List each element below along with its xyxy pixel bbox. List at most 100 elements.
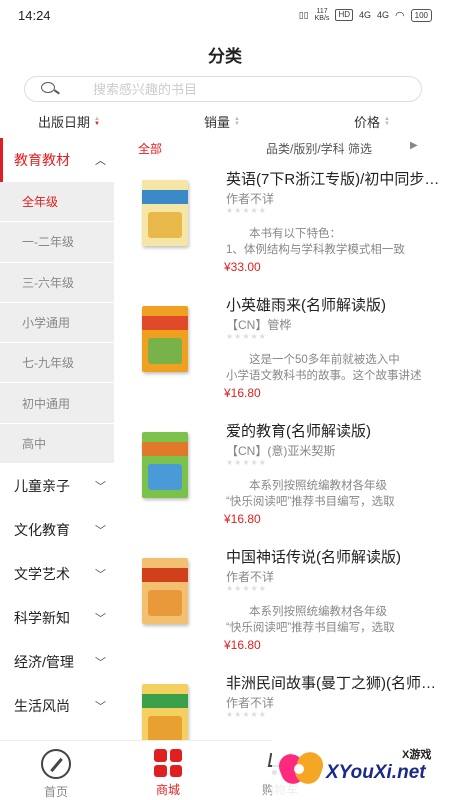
category-item[interactable]: 生活风尚 ﹀ xyxy=(0,684,114,728)
book-title[interactable]: 非洲民间故事(曼丁之狮)(名师解读版) xyxy=(226,672,442,693)
category-sidebar: 教育教材 ︿ 全年级 一-二年级 三-六年级 小学通用 七-九年级 初中通用 高… xyxy=(0,138,114,738)
category-label: 儿童亲子 xyxy=(14,478,70,495)
subcategory-item[interactable]: 七-九年级 xyxy=(0,343,114,384)
book-author: 【CN】(意)亚米契斯 xyxy=(226,444,336,458)
vibrate-icon: ▯▯ xyxy=(298,9,309,20)
search-icon xyxy=(41,82,63,96)
watermark-logo: X游戏 XYouXi.net xyxy=(272,740,450,800)
subcategory-item[interactable]: 三-六年级 xyxy=(0,263,114,303)
category-label: 教育教材 xyxy=(14,152,70,168)
watermark-big-text: XYouXi.net xyxy=(326,762,426,783)
rating-stars-icon: ★★★★★ xyxy=(226,332,267,341)
nav-label: 商城 xyxy=(155,783,180,797)
book-price: ¥16.80 xyxy=(224,386,261,400)
category-label: 文学艺术 xyxy=(14,566,70,583)
book-author: 作者不详 xyxy=(226,570,275,584)
book-description: 本系列按照统编教材各年级 “快乐阅读吧”推荐书目编写，选取 xyxy=(226,480,395,508)
sort-bar: 出版日期 ▲ ▼ 销量 ▲ ▼ 价格 ▲ ▼ xyxy=(0,110,450,132)
category-label: 科学新知 xyxy=(14,610,70,627)
book-cover[interactable] xyxy=(142,432,188,498)
wifi-icon: ◠ xyxy=(395,9,405,22)
nav-mall[interactable]: 商城 xyxy=(128,749,208,798)
book-price: ¥16.80 xyxy=(224,638,261,652)
subcategory-item[interactable]: 高中 xyxy=(0,424,114,465)
book-list: 英语(7下R浙江专版)/初中同步作业 作者不详 ★★★★★ 本书有以下特色： 1、体例结… xyxy=(114,162,450,792)
search-input[interactable] xyxy=(93,81,393,97)
category-label: 经济/管理 xyxy=(14,654,74,671)
search-bar[interactable] xyxy=(24,76,422,102)
category-item[interactable]: 文学艺术 ﹀ xyxy=(0,552,114,596)
sort-price[interactable]: 价格 ▲ ▼ xyxy=(354,112,390,131)
category-education[interactable]: 教育教材 ︿ xyxy=(0,138,114,182)
category-item[interactable]: 经济/管理 ﹀ xyxy=(0,640,114,684)
gamepad-logo-icon xyxy=(275,748,327,788)
chevron-down-icon: ﹀ xyxy=(95,569,106,582)
book-description: 本系列按照统编教材各年级 “快乐阅读吧”推荐书目编写，选取 xyxy=(226,606,395,634)
rating-stars-icon: ★★★★★ xyxy=(226,458,267,467)
page-title: 分类 xyxy=(208,47,242,66)
subcategory-item[interactable]: 小学通用 xyxy=(0,303,114,344)
book-price: ¥33.00 xyxy=(224,260,261,274)
status-time: 14:24 xyxy=(18,7,51,23)
sort-arrows-icon: ▲ ▼ xyxy=(384,115,390,127)
filter-all[interactable]: 全部 xyxy=(138,140,162,157)
sort-arrows-icon: ▲ ▼ xyxy=(94,115,100,127)
chevron-down-icon: ﹀ xyxy=(95,657,106,670)
category-label: 文化教育 xyxy=(14,522,70,539)
subcategory-item[interactable]: 一-二年级 xyxy=(0,222,114,263)
book-price: ¥16.80 xyxy=(224,512,261,526)
signal-icon-2: 4G xyxy=(377,10,390,20)
chevron-up-icon: ︿ xyxy=(95,155,106,167)
sort-publish-date[interactable]: 出版日期 ▲ ▼ xyxy=(38,112,100,131)
play-arrow-icon: ▶ xyxy=(410,140,418,151)
book-title[interactable]: 爱的教育(名师解读版) xyxy=(226,420,442,441)
chevron-down-icon: ﹀ xyxy=(95,613,106,626)
category-item[interactable]: 科学新知 ﹀ xyxy=(0,596,114,640)
sort-arrows-icon: ▲ ▼ xyxy=(234,115,240,127)
book-title[interactable]: 英语(7下R浙江专版)/初中同步作业 xyxy=(226,168,442,189)
book-author: 【CN】管桦 xyxy=(226,318,292,332)
chevron-down-icon: ﹀ xyxy=(95,701,106,714)
nav-label: 首页 xyxy=(43,785,68,799)
book-description: 本书有以下特色： 1、体例结构与学科教学模式相一致 xyxy=(226,228,405,256)
signal-icon-1: 4G xyxy=(359,10,372,20)
sort-label: 价格 xyxy=(354,115,381,130)
chevron-down-icon: ﹀ xyxy=(95,525,106,538)
book-item[interactable]: 小英雄雨来(名师解读版) 【CN】管桦 ★★★★★ 这是一个50多年前就被选入中 小学语… xyxy=(114,288,450,414)
book-item[interactable]: 英语(7下R浙江专版)/初中同步作业作者不详 ★★★★★ 本书有以下特色： 1、体例结… xyxy=(114,162,450,288)
nav-home[interactable]: 首页 xyxy=(16,749,96,800)
book-item[interactable]: 中国神话传说(名师解读版) 作者不详 ★★★★★ 本系列按照统编教材各年级 “快乐阅读吧… xyxy=(114,540,450,666)
sort-label: 出版日期 xyxy=(38,115,91,130)
hd-icon: HD xyxy=(335,9,353,21)
book-title[interactable]: 中国神话传说(名师解读版) xyxy=(226,546,442,567)
status-bar: 14:24 ▯▯ 117 KB/s HD 4G 4G ◠ 100 xyxy=(0,0,450,30)
compass-icon xyxy=(41,749,71,779)
rating-stars-icon: ★★★★★ xyxy=(226,584,267,593)
chevron-down-icon: ﹀ xyxy=(95,481,106,494)
subcategory-item[interactable]: 初中通用 xyxy=(0,383,114,424)
book-author: 作者不详 xyxy=(226,696,275,710)
book-cover[interactable] xyxy=(142,558,188,624)
filter-row: 全部 品类/版别/学科 筛选 ▶ xyxy=(114,138,450,158)
rating-stars-icon: ★★★★★ xyxy=(226,206,267,215)
filter-options-button[interactable]: 品类/版别/学科 筛选 xyxy=(266,140,372,157)
subcategory-list: 全年级 一-二年级 三-六年级 小学通用 七-九年级 初中通用 高中 xyxy=(0,182,114,465)
book-item[interactable]: 爱的教育(名师解读版) 【CN】(意)亚米契斯 ★★★★★ 本系列按照统编教材各年级 “… xyxy=(114,414,450,540)
subcategory-item[interactable]: 全年级 xyxy=(0,182,114,223)
watermark-small-text: X游戏 xyxy=(402,749,432,761)
book-title[interactable]: 小英雄雨来(名师解读版) xyxy=(226,294,442,315)
sort-label: 销量 xyxy=(204,115,231,130)
book-author: 作者不详 xyxy=(226,192,275,206)
battery-icon: 100 xyxy=(410,8,432,22)
sort-sales[interactable]: 销量 ▲ ▼ xyxy=(204,112,240,131)
grid-icon xyxy=(154,749,182,777)
category-label: 生活风尚 xyxy=(14,698,70,715)
category-item[interactable]: 儿童亲子 ﹀ xyxy=(0,464,114,508)
net-speed: 117 KB/s xyxy=(314,8,330,22)
book-cover[interactable] xyxy=(142,180,188,246)
book-description: 这是一个50多年前就被选入中 小学语文教科书的故事。这个故事讲述 xyxy=(226,354,422,382)
rating-stars-icon: ★★★★★ xyxy=(226,710,267,719)
category-item[interactable]: 文化教育 ﹀ xyxy=(0,508,114,552)
status-icons: ▯▯ 117 KB/s HD 4G 4G ◠ 100 xyxy=(299,8,432,22)
book-cover[interactable] xyxy=(142,306,188,372)
